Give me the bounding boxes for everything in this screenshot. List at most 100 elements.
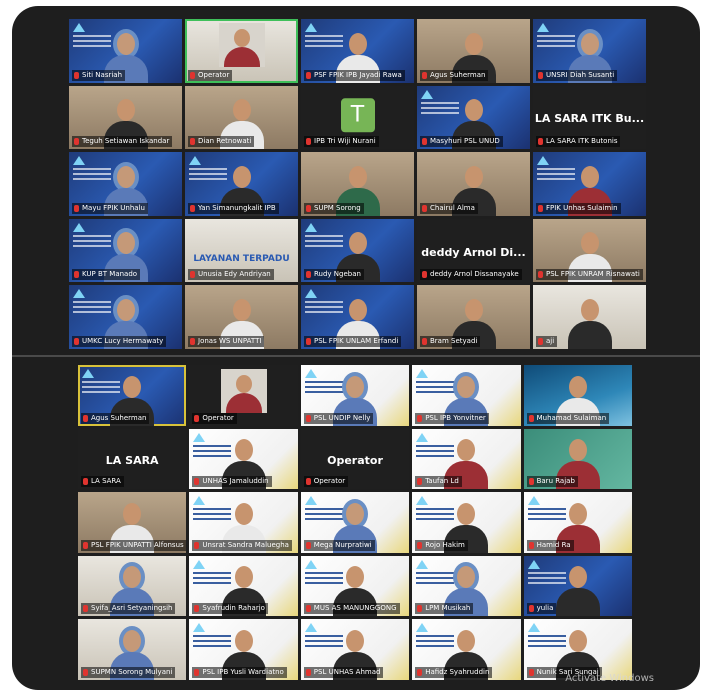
participant-name: PSL IPB Yonvitner <box>415 412 489 424</box>
mic-muted-icon <box>422 337 427 345</box>
mic-muted-icon <box>74 204 79 212</box>
slide-logo-icon <box>304 496 317 506</box>
slide-logo-icon <box>537 156 549 166</box>
display-name-large: Operator <box>327 454 383 468</box>
participant-tile[interactable]: Syifa_Asri Setyaningsih <box>78 555 187 617</box>
participant-tile[interactable]: Mayu FPIK Unhalu <box>69 152 182 216</box>
participant-name-text: Masyhuri PSL UNUD <box>430 137 500 146</box>
participant-name-text: UNHAS Jamaluddin <box>202 477 269 486</box>
participant-name: LPM Musikah <box>415 603 474 615</box>
participant-name-text: Rudy Ngeban <box>314 270 361 279</box>
slide-logo-icon <box>82 369 94 378</box>
participant-tile[interactable]: LA SARA ITK Bu... LA SARA ITK Butonis <box>533 85 646 150</box>
mic-muted-icon <box>417 478 423 486</box>
participant-tile[interactable]: Rudy Ngeban <box>301 218 414 283</box>
participant-tile[interactable]: Syafrudin Raharjo <box>189 555 298 617</box>
participant-tile[interactable]: UMKC Lucy Hermawaty <box>69 285 182 349</box>
participant-tile[interactable]: Jonas WS UNPATTI <box>185 285 298 349</box>
participant-tile[interactable]: Operator <box>189 365 298 426</box>
participant-tile[interactable]: T IPB Tri Wiji Nurani <box>301 85 414 150</box>
mic-muted-icon <box>194 541 200 549</box>
participant-name-text: Muhamad Sulaiman <box>536 413 607 422</box>
mic-muted-icon <box>305 605 311 613</box>
participant-tile[interactable]: Mega Nurpratiwi <box>300 492 410 553</box>
participant-tile[interactable]: yulia <box>523 555 632 617</box>
participant-tile[interactable]: SUPMN Sorong Mulyani <box>78 619 187 680</box>
mic-muted-icon <box>83 414 88 422</box>
participant-tile[interactable]: KUP BT Manado <box>69 218 182 283</box>
slide-logo-icon <box>189 156 201 166</box>
participant-name-text: Mega Nurpratiwi <box>313 540 372 549</box>
participant-grid-bottom: Agus Suherman Operator PSL UNDIP Nelly PSL … <box>78 365 632 680</box>
mic-muted-icon <box>306 271 311 279</box>
participant-tile[interactable]: PSF FPIK IPB Jayadi Rawa <box>301 19 414 83</box>
participant-tile[interactable]: SUPM Sorong <box>301 152 414 216</box>
participant-tile[interactable]: MUS AS MANUNGGONG <box>300 555 410 617</box>
meeting-window: Siti Nasriah Operator PSF FPIK IPB Jayadi … <box>12 6 700 690</box>
participant-tile[interactable]: Baru Rajab <box>523 428 632 490</box>
participant-tile[interactable]: LA SARA LA SARA <box>78 428 187 490</box>
slide-logo-icon <box>305 23 317 32</box>
participant-tile[interactable]: Teguh Setiawan Iskandar <box>69 85 182 150</box>
mic-muted-icon <box>422 271 427 279</box>
participant-name-text: Dian Retnowati <box>198 137 252 146</box>
slide-logo-icon <box>421 89 433 99</box>
participant-tile[interactable]: FPIK Unhas Sulaimin <box>533 152 646 216</box>
participant-tile[interactable]: PSL UNDIP Nelly <box>300 365 410 426</box>
participant-name-text: KUP BT Manado <box>82 270 138 279</box>
mic-muted-icon <box>74 271 79 279</box>
participant-name-text: Mayu FPIK Unhalu <box>82 203 145 212</box>
participant-tile[interactable]: Yan Simanungkalit IPB <box>185 152 298 216</box>
participant-tile[interactable]: Masyhuri PSL UNUD <box>417 85 530 150</box>
participant-name: LA SARA ITK Butonis <box>536 136 621 148</box>
participant-tile[interactable]: Rojo Hakim <box>412 492 521 553</box>
participant-name: SUPMN Sorong Mulyani <box>81 666 176 678</box>
mic-muted-icon <box>538 71 543 79</box>
display-name-large: LAYANAN TERPADU <box>193 253 290 264</box>
mic-muted-icon <box>422 138 427 146</box>
participant-tile[interactable]: PSL FPIK UNLAM Erfandi <box>301 285 414 349</box>
participant-tile[interactable]: PSL FPIK UNPATTI Alfonsus <box>78 492 187 553</box>
participant-tile[interactable]: Taufan Ld <box>412 428 521 490</box>
activation-watermark: Activate Windows <box>565 673 654 684</box>
participant-name-text: Unusia Edy Andriyan <box>198 270 271 279</box>
participant-tile[interactable]: PSL UNHAS Ahmad <box>300 619 410 680</box>
mic-muted-icon <box>528 605 534 613</box>
mic-muted-icon <box>190 337 195 345</box>
participant-tile[interactable]: Agus Suherman <box>417 19 530 83</box>
participant-tile[interactable]: Hafidz Syahruddin <box>412 619 521 680</box>
participant-tile[interactable]: Chairul Alma <box>417 152 530 216</box>
participant-tile[interactable]: Nunik Sari Sungai <box>523 619 632 680</box>
participant-tile[interactable]: UNHAS Jamaluddin <box>189 428 298 490</box>
participant-tile[interactable]: Hamid Ra <box>523 492 632 553</box>
participant-tile[interactable]: LAYANAN TERPADU Unusia Edy Andriyan <box>185 218 298 283</box>
participant-name: Masyhuri PSL UNUD <box>420 136 503 148</box>
participant-tile[interactable]: Muhamad Sulaiman <box>523 365 632 426</box>
participant-name-text: yulia <box>536 604 554 613</box>
participant-tile[interactable]: Bram Setyadi <box>417 285 530 349</box>
participant-tile[interactable]: UNSRI Diah Susanti <box>533 19 646 83</box>
participant-tile[interactable]: Operator Operator <box>300 428 410 490</box>
participant-name-text: PSF FPIK IPB Jayadi Rawa <box>314 70 402 79</box>
participant-name-text: Chairul Alma <box>430 203 475 212</box>
participant-tile[interactable]: PSL FPIK UNRAM Risnawati <box>533 218 646 283</box>
participant-tile[interactable]: Unsrat Sandra Maluegha <box>189 492 298 553</box>
participant-tile[interactable]: Siti Nasriah <box>69 19 182 83</box>
participant-tile[interactable]: PSL IPB Yonvitner <box>412 365 521 426</box>
slide-logo-icon <box>305 222 317 232</box>
participant-tile[interactable]: Dian Retnowati <box>185 85 298 150</box>
slide-logo-icon <box>537 23 549 32</box>
participant-tile[interactable]: Operator <box>185 19 298 83</box>
participant-tile[interactable]: aji <box>533 285 646 349</box>
participant-tile[interactable]: PSL IPB Yusli Wardiatno <box>189 619 298 680</box>
participant-tile[interactable]: deddy Arnol Di... deddy Arnol Dissanayake <box>417 218 530 283</box>
mic-muted-icon <box>417 605 423 613</box>
participant-name: KUP BT Manado <box>72 269 141 281</box>
participant-name: Bram Setyadi <box>420 335 481 347</box>
participant-tile[interactable]: LPM Musikah <box>412 555 521 617</box>
participant-name-text: IPB Tri Wiji Nurani <box>314 137 376 146</box>
participant-name: LA SARA <box>81 476 124 488</box>
participant-tile[interactable]: Agus Suherman <box>78 365 187 426</box>
participant-name-text: Siti Nasriah <box>82 70 123 79</box>
mic-muted-icon <box>194 478 200 486</box>
